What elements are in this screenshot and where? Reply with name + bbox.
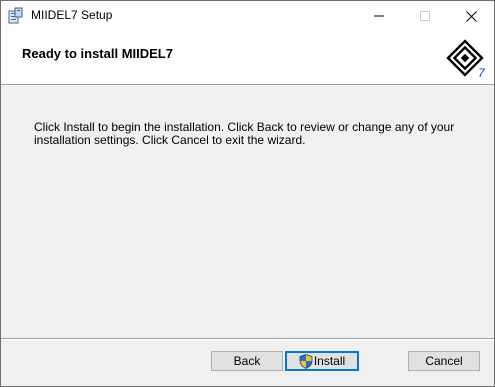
maximize-icon — [420, 11, 430, 21]
miidel7-logo-icon: 7 — [446, 39, 486, 79]
close-button[interactable] — [448, 1, 494, 31]
svg-text:7: 7 — [478, 66, 486, 79]
install-button-label: Install — [313, 354, 346, 368]
footer-divider — [1, 338, 494, 340]
back-button[interactable]: Back — [211, 351, 283, 371]
instructions-text: Click Install to begin the installation.… — [34, 120, 455, 147]
minimize-button[interactable] — [356, 1, 402, 31]
cancel-button[interactable]: Cancel — [408, 351, 480, 371]
uac-shield-icon — [299, 353, 313, 369]
title-bar: MIIDEL7 Setup — [1, 1, 494, 31]
cancel-button-label: Cancel — [425, 354, 463, 368]
close-icon — [465, 10, 477, 22]
page-title: Ready to install MIIDEL7 — [22, 46, 173, 61]
maximize-button — [402, 1, 448, 31]
installer-app-icon — [8, 7, 23, 24]
header-banner: Ready to install MIIDEL7 7 — [1, 31, 494, 85]
window-title: MIIDEL7 Setup — [31, 8, 113, 22]
setup-window: MIIDEL7 Setup Ready to install MIIDEL7 7… — [0, 0, 495, 387]
install-button[interactable]: Install — [285, 351, 359, 371]
minimize-icon — [374, 15, 384, 17]
back-button-label: Back — [233, 354, 261, 368]
